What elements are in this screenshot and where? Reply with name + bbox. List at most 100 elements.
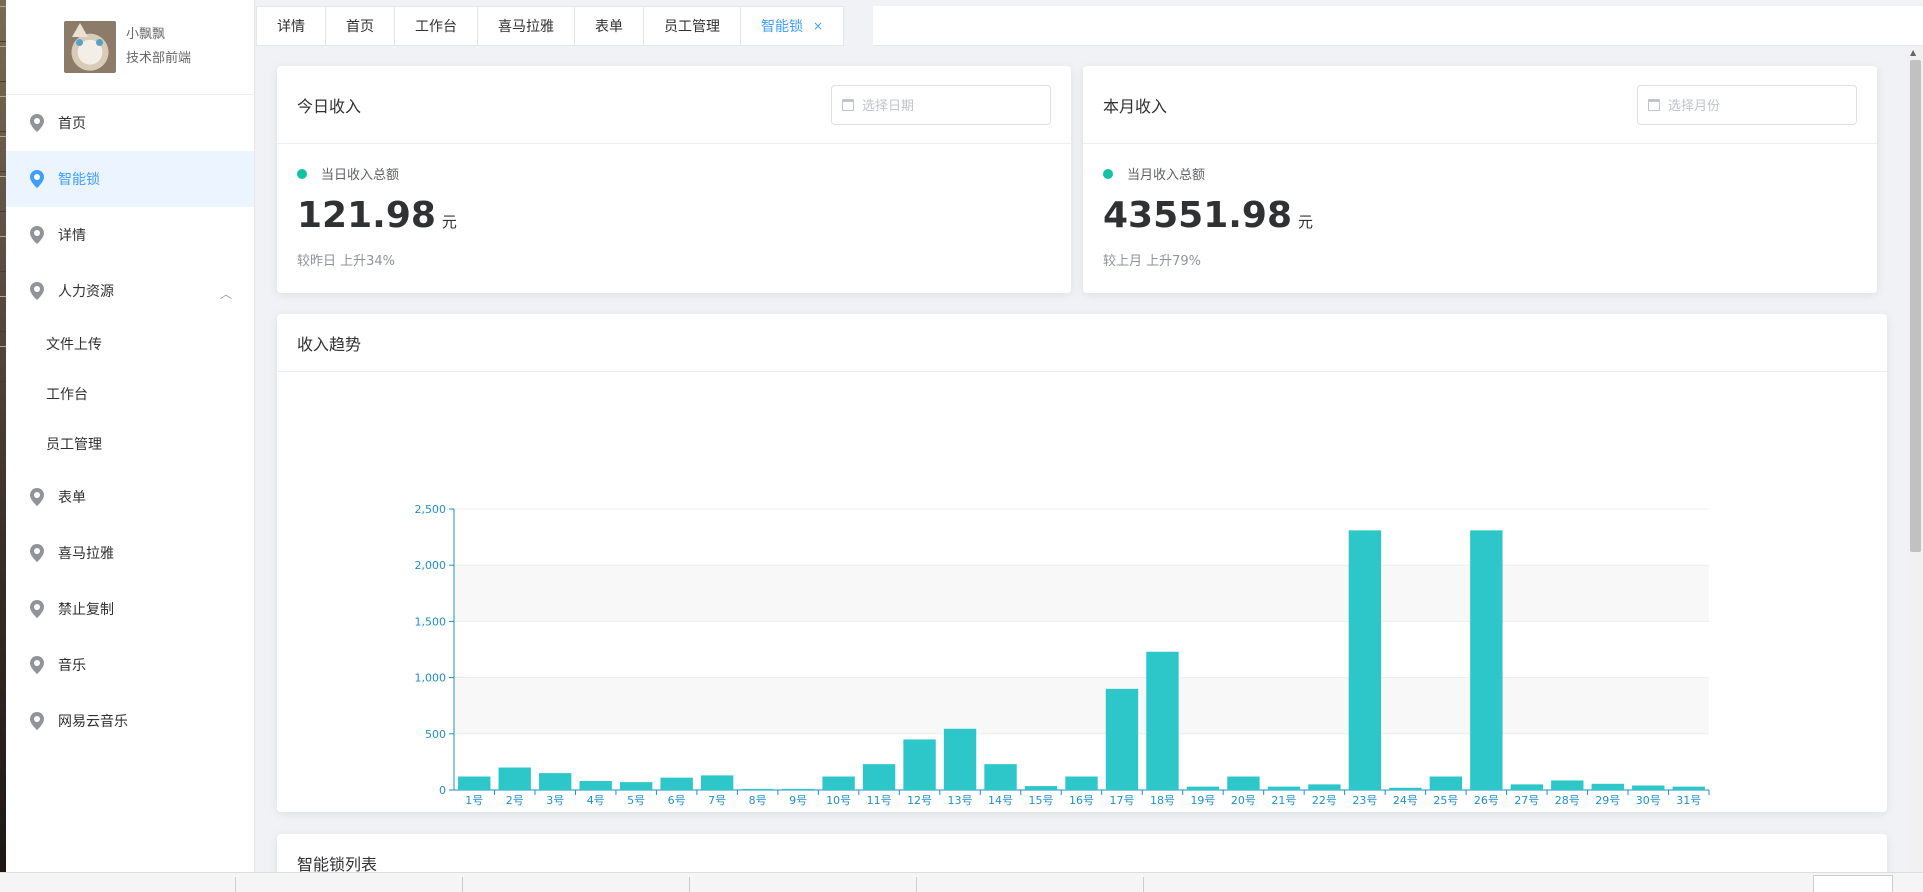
y-tick-label: 500 (425, 728, 446, 741)
x-tick-label: 2号 (506, 794, 524, 807)
tab-label: 表单 (595, 19, 623, 35)
x-tick-label: 3号 (546, 794, 564, 807)
avatar[interactable] (64, 21, 116, 73)
date-placeholder: 选择日期 (862, 99, 915, 114)
grid-band (454, 621, 1709, 678)
scrollbar-thumb[interactable] (1910, 60, 1921, 552)
sidebar-item-label: 禁止复制 (58, 602, 114, 618)
x-tick-label: 24号 (1393, 794, 1418, 807)
sidebar-item[interactable]: 表单 (6, 469, 254, 525)
x-tick-label: 14号 (988, 794, 1013, 807)
x-tick-label: 12号 (907, 794, 932, 807)
calendar-icon (1648, 98, 1660, 111)
x-tick-label: 27号 (1514, 794, 1539, 807)
x-tick-label: 25号 (1433, 794, 1458, 807)
location-pin-icon (30, 544, 58, 562)
sidebar-item-label: 音乐 (58, 658, 86, 674)
x-tick-label: 18号 (1150, 794, 1175, 807)
x-tick-label: 9号 (789, 794, 807, 807)
y-tick-label: 2,500 (415, 503, 447, 516)
card-title: 今日收入 (297, 96, 362, 116)
sidebar-item[interactable]: 网易云音乐 (6, 693, 254, 749)
sidebar-item-label: 喜马拉雅 (58, 546, 114, 562)
bar (822, 776, 855, 790)
bar (1024, 786, 1058, 790)
sidebar-item[interactable]: 喜马拉雅 (6, 525, 254, 581)
tab[interactable]: 工作台 (395, 7, 478, 45)
month-picker[interactable]: 选择月份 (1637, 84, 1857, 125)
tab-label: 喜马拉雅 (498, 19, 554, 35)
tab[interactable]: 详情 (257, 7, 326, 45)
bar (1551, 780, 1584, 790)
close-icon[interactable]: × (813, 19, 823, 33)
tab[interactable]: 表单 (575, 7, 644, 45)
grid-band (454, 677, 1709, 734)
bar (1591, 783, 1624, 790)
bar (619, 782, 653, 790)
sidebar-item[interactable]: 音乐 (6, 637, 254, 693)
sidebar-item-label: 网易云音乐 (58, 714, 128, 730)
stat-compare: 较昨日 上升34% (297, 254, 396, 269)
x-tick-label: 28号 (1555, 794, 1580, 807)
bar (1389, 787, 1422, 790)
sidebar-item[interactable]: 人力资源 ︿ (6, 263, 254, 319)
x-tick-label: 16号 (1069, 794, 1094, 807)
tab[interactable]: 喜马拉雅 (478, 7, 575, 45)
tab-bar-background (873, 6, 1923, 46)
x-tick-label: 19号 (1190, 794, 1215, 807)
tab[interactable]: 首页 (326, 7, 395, 45)
bar (660, 777, 693, 790)
location-pin-icon (30, 600, 58, 618)
x-tick-label: 26号 (1474, 794, 1499, 807)
bar (700, 775, 734, 790)
stat-label: 当月收入总额 (1127, 168, 1206, 183)
x-tick-label: 23号 (1352, 794, 1377, 807)
sidebar-item-label: 智能锁 (58, 172, 100, 188)
sidebar-item[interactable]: 智能锁 (6, 151, 254, 207)
user-dept: 技术部前端 (126, 51, 192, 66)
status-dot (297, 168, 307, 179)
stat-unit: 元 (441, 213, 457, 231)
bar (1672, 786, 1705, 790)
stat-unit: 元 (1298, 213, 1314, 231)
tab-bar: 详情 首页 工作台 喜马拉雅 表单 员工管理 智能锁 × (256, 6, 845, 46)
bar (781, 788, 815, 790)
sidebar-subitem[interactable]: 文件上传 (6, 319, 254, 369)
tab[interactable]: 员工管理 (644, 7, 741, 45)
month-income-card: 本月收入 选择月份 当月收入总额 43551.98 元 较上月 上升79% (1083, 66, 1877, 293)
scroll-up-icon[interactable]: ▲ (1910, 48, 1916, 57)
bar (579, 781, 612, 790)
y-tick-label: 1,500 (415, 615, 447, 628)
bar (984, 764, 1017, 790)
taskbar (0, 872, 1923, 892)
sidebar-subitem[interactable]: 员工管理 (6, 419, 254, 469)
sidebar-item[interactable]: 首页 (6, 95, 254, 151)
sidebar-item[interactable]: 禁止复制 (6, 581, 254, 637)
bar (903, 739, 936, 790)
x-tick-label: 31号 (1676, 794, 1701, 807)
income-trend-card: 收入趋势 0 500 1,000 1,500 2,000 2,500 1号 2号 3号 4号 5号 6… (277, 314, 1887, 812)
x-tick-label: 17号 (1109, 794, 1134, 807)
stat-value: 121.98 (297, 195, 436, 236)
x-tick-label: 7号 (708, 794, 726, 807)
bar (1146, 651, 1179, 790)
sidebar-item-label: 表单 (58, 490, 86, 506)
tab[interactable]: 智能锁 × (741, 7, 845, 45)
sidebar-item[interactable]: 详情 (6, 207, 254, 263)
location-pin-icon (30, 656, 58, 674)
grid-band (454, 509, 1709, 566)
calendar-icon (842, 98, 854, 111)
location-pin-icon (30, 114, 58, 132)
bar (1267, 786, 1301, 790)
bar (943, 728, 977, 790)
x-tick-label: 1号 (465, 794, 483, 807)
status-dot (1103, 168, 1113, 179)
tab-label: 首页 (346, 19, 374, 35)
stat-label: 当日收入总额 (321, 168, 400, 183)
sidebar: 小飘飘 技术部前端 首页 智能锁 详情 人力资源 ︿ 文件上传 工作台 员工管理 表单 喜马拉雅禁… (6, 0, 255, 892)
taskbar-button[interactable] (1813, 875, 1893, 892)
bar (1065, 776, 1098, 790)
y-tick-label: 2,000 (415, 559, 447, 572)
sidebar-subitem[interactable]: 工作台 (6, 369, 254, 419)
date-picker[interactable]: 选择日期 (831, 84, 1051, 125)
